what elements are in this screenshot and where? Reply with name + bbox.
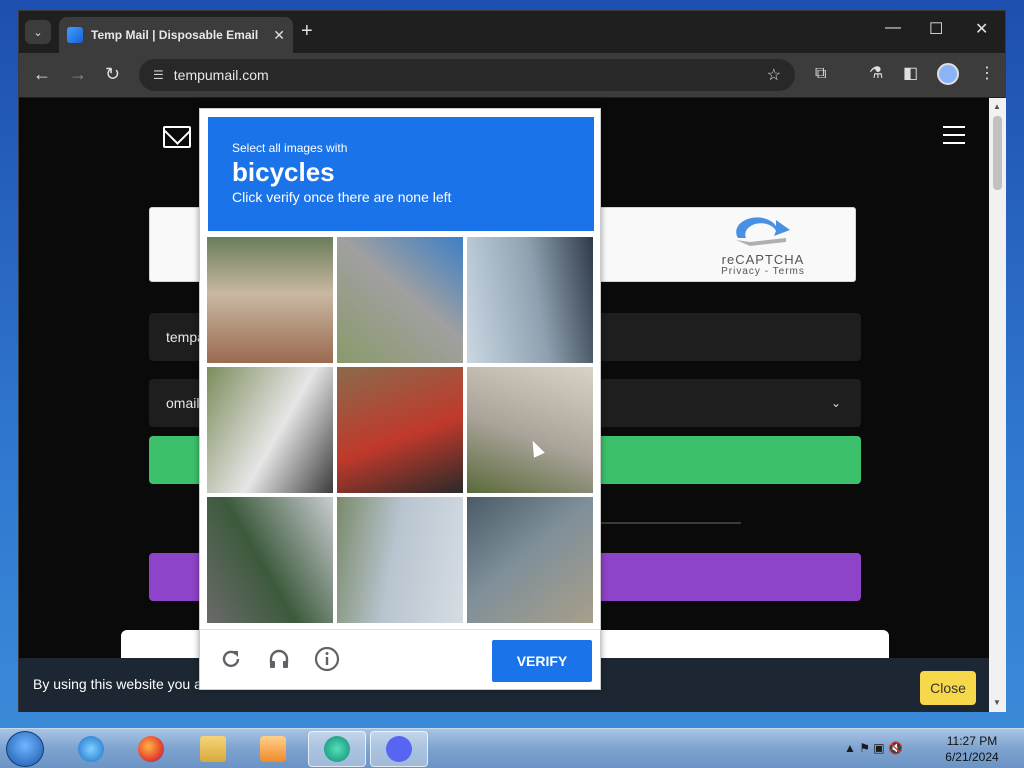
labs-icon[interactable]: ⚗ [869, 65, 883, 83]
taskbar-clock[interactable]: 11:27 PM 6/21/2024 [940, 733, 1004, 765]
captcha-footer: VERIFY [200, 629, 600, 689]
verify-button[interactable]: VERIFY [492, 640, 592, 682]
clock-date: 6/21/2024 [945, 750, 999, 764]
tab-title: Temp Mail | Disposable Email A [91, 28, 261, 42]
recaptcha-logo-icon [736, 217, 790, 246]
minimize-button[interactable]: — [885, 19, 901, 37]
captcha-challenge: Select all images with bicycles Click ve… [199, 108, 601, 690]
media-player-icon[interactable] [244, 731, 302, 767]
page-scrollbar[interactable]: ▲ ▼ [989, 98, 1006, 712]
captcha-image-grid [207, 237, 595, 625]
scroll-down-icon[interactable]: ▼ [993, 698, 1001, 707]
cookie-text: By using this website you a [33, 676, 202, 692]
url-text: tempumail.com [173, 67, 269, 83]
forward-icon[interactable]: → [69, 64, 87, 84]
scroll-up-icon[interactable]: ▲ [993, 102, 1001, 111]
clock-time: 11:27 PM [946, 734, 998, 748]
captcha-tile-street-trees[interactable] [207, 497, 333, 623]
menu-dots-icon[interactable]: ⋮ [979, 65, 995, 83]
chevron-down-icon: ⌄ [830, 396, 841, 410]
captcha-tile-bus[interactable] [207, 367, 333, 493]
new-tab-button[interactable]: + [301, 21, 313, 41]
back-icon[interactable]: ← [33, 64, 51, 84]
captcha-instruction: Select all images with [232, 141, 348, 155]
tab-search-button[interactable]: ⌄ [25, 20, 51, 44]
captcha-tile-person-bicycle-wall[interactable] [467, 367, 593, 493]
side-panel-icon[interactable]: ◧ [903, 65, 918, 83]
captcha-tile-person-bicycle-sidewalk[interactable] [467, 237, 593, 363]
captcha-tile-building-street[interactable] [207, 237, 333, 363]
address-bar[interactable]: ☰ tempumail.com ☆ [139, 59, 795, 91]
domain-select-value: omail [166, 395, 200, 411]
firefox-icon[interactable] [122, 731, 180, 767]
site-info-icon[interactable]: ☰ [153, 68, 164, 82]
bookmark-star-icon[interactable]: ☆ [767, 65, 781, 85]
reload-challenge-icon[interactable] [218, 646, 244, 672]
ie-icon[interactable] [62, 731, 120, 767]
browser-toolbar: ← → ↻ ☰ tempumail.com ☆ ⧉ ⚗ ◧ ⋮ [19, 53, 1005, 97]
maximize-button[interactable]: ☐ [929, 19, 943, 39]
start-button[interactable] [6, 731, 44, 767]
captcha-tile-road-curve[interactable] [337, 237, 463, 363]
audio-challenge-icon[interactable] [266, 646, 292, 672]
discord-icon[interactable] [370, 731, 428, 767]
profile-avatar[interactable] [937, 63, 959, 85]
explorer-icon[interactable] [184, 731, 242, 767]
tab-favicon-icon [67, 27, 83, 43]
captcha-target: bicycles [232, 157, 335, 187]
captcha-tile-apartment-building[interactable] [337, 497, 463, 623]
app-icon[interactable] [308, 731, 366, 767]
captcha-tile-person-red-bicycle[interactable] [337, 367, 463, 493]
divider [599, 522, 741, 524]
scroll-thumb[interactable] [993, 116, 1002, 190]
close-window-button[interactable]: ✕ [975, 19, 988, 39]
captcha-sub-instruction: Click verify once there are none left [232, 189, 452, 205]
info-icon[interactable] [314, 646, 340, 672]
mail-logo-icon[interactable] [163, 126, 191, 148]
tab-bar: ⌄ Temp Mail | Disposable Email A ✕ + — ☐… [19, 11, 1005, 53]
reload-icon[interactable]: ↻ [105, 64, 120, 84]
captcha-header: Select all images with bicycles Click ve… [208, 117, 594, 231]
tab-active[interactable]: Temp Mail | Disposable Email A ✕ [59, 17, 293, 53]
cookie-close-button[interactable]: Close [920, 671, 976, 705]
system-tray-icons[interactable]: ▲ ⚑ ▣ 🔇 [844, 741, 903, 755]
recaptcha-links[interactable]: Privacy - Terms [698, 266, 828, 277]
captcha-tile-pavement-shadow[interactable] [467, 497, 593, 623]
extensions-icon[interactable]: ⧉ [815, 65, 826, 83]
recaptcha-brand: reCAPTCHA [721, 252, 805, 267]
windows-taskbar: ▲ ⚑ ▣ 🔇 11:27 PM 6/21/2024 [0, 728, 1024, 768]
hamburger-menu-icon[interactable] [943, 126, 965, 150]
tab-close-icon[interactable]: ✕ [273, 27, 285, 44]
